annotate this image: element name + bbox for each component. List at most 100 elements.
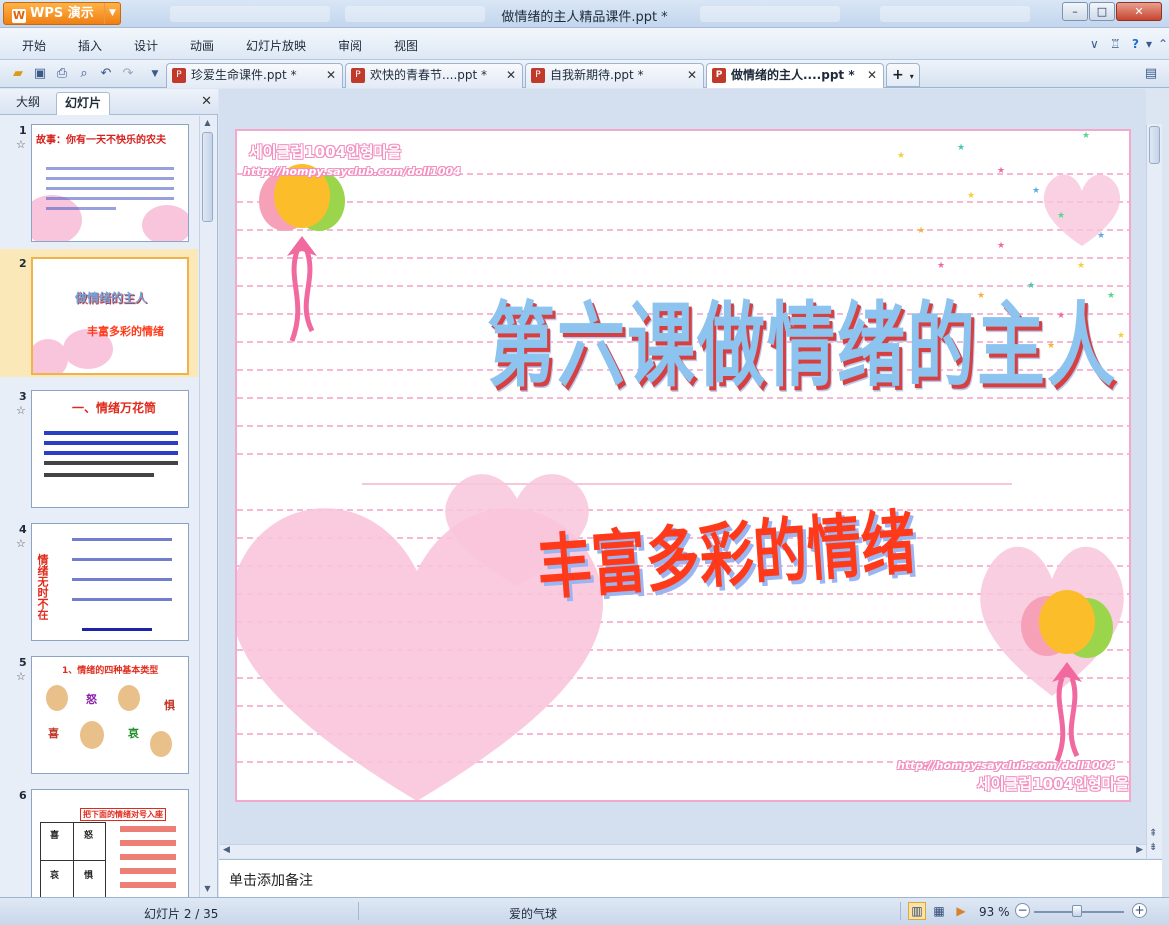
slide-vertical-scrollbar[interactable]: ⇞ ⇟ [1146, 124, 1162, 858]
thumbnail-item-selected[interactable]: 2 做情绪的主人 丰富多彩的情绪 [0, 249, 198, 377]
slide-thumbnail[interactable]: 故事：你有一天不快乐的农夫 [31, 124, 189, 242]
notes-placeholder[interactable]: 单击添加备注 [229, 870, 313, 890]
print-preview-icon[interactable]: ⌕ [76, 66, 92, 82]
tab-slides[interactable]: 幻灯片 [56, 92, 111, 115]
ribbon-toggle-icon[interactable]: ⌃ [1158, 37, 1168, 51]
watermark-korean: 세이클럽1004인형마을 [249, 143, 402, 161]
close-button[interactable]: ✕ [1116, 2, 1162, 21]
emotion-label: 怒 [86, 693, 97, 706]
text-line [82, 628, 152, 631]
scroll-right-icon[interactable]: ▶ [1136, 845, 1143, 855]
thumbnail-subtitle: 丰富多彩的情绪 [87, 325, 164, 338]
doc-tab-active[interactable]: P 做情绪的主人....ppt * ✕ [706, 63, 884, 88]
scroll-down-icon[interactable]: ▼ [200, 882, 215, 896]
tab-close-icon[interactable]: ✕ [326, 64, 336, 87]
thumbnail-item[interactable]: 6 把下面的情绪对号入座 喜 怒 哀 惧 [0, 781, 198, 897]
slide-preview[interactable]: ★ ★ ★ ★ ★ ★ ★ ★ ★ ★ ★ ★ ★ ★ ★ ★ ★ ★ ★ 세이… [235, 129, 1131, 802]
save-icon[interactable]: ▣ [32, 66, 48, 82]
menu-animation[interactable]: 动画 [190, 37, 214, 54]
star-decoration: ★ [897, 151, 906, 161]
scrollbar-thumb[interactable] [1149, 126, 1160, 164]
open-folder-icon[interactable]: ▰ [10, 66, 26, 82]
theme-name: 爱的气球 [509, 907, 558, 921]
menu-review[interactable]: 审阅 [338, 37, 362, 54]
thumbnail-number: 5 [19, 656, 27, 669]
next-slide-icon[interactable]: ⇟ [1149, 842, 1157, 853]
zoom-out-button[interactable]: − [1015, 903, 1030, 918]
doc-tab[interactable]: P 欢快的青春节....ppt * ✕ [345, 63, 523, 88]
watermark-korean: 세이클럽1004인형마을 [977, 775, 1130, 793]
redo-icon[interactable]: ↷ [120, 66, 136, 82]
close-icon[interactable]: ✕ [201, 94, 212, 109]
slide-thumbnail[interactable]: 做情绪的主人 丰富多彩的情绪 [31, 257, 189, 375]
slide-sorter-icon[interactable]: ▦ [930, 902, 948, 920]
doc-tab[interactable]: P 自我新期待.ppt * ✕ [525, 63, 704, 88]
menu-view[interactable]: 视图 [394, 37, 418, 54]
tab-close-icon[interactable]: ✕ [506, 64, 516, 87]
slide-thumbnail[interactable]: 把下面的情绪对号入座 喜 怒 哀 惧 [31, 789, 189, 897]
slide-thumbnail[interactable]: 情绪无时不在 [31, 523, 189, 641]
skin-icon[interactable]: ♖ [1110, 37, 1121, 51]
scroll-up-icon[interactable]: ▲ [200, 116, 215, 130]
scroll-left-icon[interactable]: ◀ [223, 845, 230, 855]
slide-horizontal-scrollbar[interactable]: ◀ ▶ [220, 844, 1146, 858]
thumbnail-item[interactable]: 5 ☆ 1、情绪的四种基本类型 怒 惧 喜 哀 [0, 648, 198, 776]
slide-thumbnail[interactable]: 1、情绪的四种基本类型 怒 惧 喜 哀 [31, 656, 189, 774]
emotion-label: 哀 [50, 871, 60, 881]
balloon-decoration [259, 164, 345, 342]
slide-thumbnail-panel: 大纲 幻灯片 ✕ 1 ☆ 故事：你有一天不快乐的农夫 2 做情绪的主人 丰富多彩… [0, 89, 218, 897]
ppt-file-icon: P [172, 68, 186, 83]
previous-slide-icon[interactable]: ⇞ [1149, 828, 1157, 839]
star-decoration: ★ [1082, 131, 1091, 141]
slide-thumbnail[interactable]: 一、情绪万花筒 [31, 390, 189, 508]
word-box [120, 854, 176, 860]
menu-slideshow[interactable]: 幻灯片放映 [246, 37, 306, 54]
divider [358, 902, 359, 920]
word-box [120, 868, 176, 874]
doc-tab-label: 珍爱生命课件.ppt * [191, 68, 297, 82]
divider [900, 902, 901, 920]
tab-list-icon[interactable]: ▤ [1143, 66, 1159, 82]
menu-home[interactable]: 开始 [22, 37, 46, 54]
maximize-button[interactable]: □ [1089, 2, 1115, 21]
thumbnail-number: 6 [19, 789, 27, 802]
cartoon-face [80, 721, 104, 749]
slideshow-icon[interactable]: ▶ [952, 902, 970, 920]
star-decoration: ★ [967, 191, 976, 201]
cartoon-face [150, 731, 172, 757]
watermark-url: http://hompy.sayclub.com/doll1004 [243, 165, 461, 178]
thumbnail-item[interactable]: 3 ☆ 一、情绪万花筒 [0, 382, 198, 510]
normal-view-icon[interactable]: ▥ [908, 902, 926, 920]
tab-outline[interactable]: 大纲 [8, 92, 48, 115]
doc-tab[interactable]: P 珍爱生命课件.ppt * ✕ [166, 63, 343, 88]
ppt-file-icon: P [531, 68, 545, 83]
star-decoration: ★ [937, 261, 946, 271]
customize-toolbar-icon[interactable]: ▼ [147, 66, 163, 82]
undo-icon[interactable]: ↶ [98, 66, 114, 82]
print-icon[interactable]: ⎙ [54, 66, 70, 82]
chevron-down-icon[interactable]: ▾ [1146, 37, 1152, 51]
zoom-slider-handle[interactable] [1072, 905, 1082, 917]
thumbnail-scrollbar[interactable]: ▲ ▼ [199, 116, 215, 897]
star-decoration: ★ [1057, 211, 1066, 221]
emotion-label: 喜 [50, 831, 60, 841]
tab-close-icon[interactable]: ✕ [687, 64, 697, 87]
menu-insert[interactable]: 插入 [78, 37, 102, 54]
zoom-in-button[interactable]: + [1132, 903, 1147, 918]
notes-pane[interactable]: 单击添加备注 [219, 859, 1162, 897]
text-line [44, 451, 178, 455]
scrollbar-thumb[interactable] [202, 132, 213, 222]
slide-title[interactable]: 第六课做情绪的主人 [487, 271, 1115, 405]
thumbnail-item[interactable]: 4 ☆ 情绪无时不在 [0, 515, 198, 643]
tab-close-icon[interactable]: ✕ [867, 64, 877, 87]
menu-design[interactable]: 设计 [134, 37, 158, 54]
chevron-down-icon[interactable]: ∨ [1090, 37, 1099, 51]
help-icon[interactable]: ? [1132, 37, 1139, 51]
animation-star-icon: ☆ [16, 404, 26, 417]
ppt-file-icon: P [351, 68, 365, 83]
text-line [46, 167, 174, 170]
minimize-button[interactable]: – [1062, 2, 1088, 21]
thumbnail-item[interactable]: 1 ☆ 故事：你有一天不快乐的农夫 [0, 116, 198, 244]
new-tab-button[interactable]: + ▾ [886, 63, 920, 87]
thumbnail-title: 故事：你有一天不快乐的农夫 [36, 135, 166, 146]
